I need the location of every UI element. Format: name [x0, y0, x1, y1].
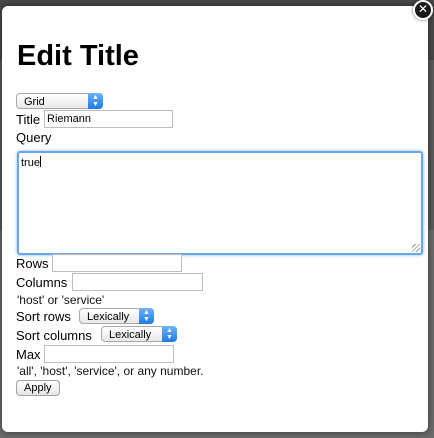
sort-rows-select[interactable]: Lexically ▲ ▼ [79, 308, 154, 324]
title-label: Title [16, 112, 41, 127]
max-help: 'all', 'host', 'service', or any number. [17, 364, 204, 378]
select-arrows-icon: ▲ ▼ [139, 308, 154, 324]
sort-columns-select[interactable]: Lexically ▲ ▼ [101, 326, 177, 342]
query-textarea[interactable]: true [17, 151, 423, 255]
columns-input[interactable] [72, 273, 203, 291]
view-type-select[interactable]: Grid ▲ ▼ [16, 93, 103, 109]
view-type-value: Grid [24, 96, 45, 108]
query-textarea-value: true [21, 157, 40, 169]
text-caret [39, 156, 41, 167]
title-input[interactable]: Riemann [44, 110, 173, 128]
close-icon: ✕ [417, 2, 429, 16]
max-label: Max [16, 347, 41, 362]
sort-columns-label: Sort columns [16, 328, 92, 343]
sort-columns-value: Lexically [109, 329, 152, 341]
apply-button[interactable]: Apply [16, 380, 60, 396]
query-label: Query [16, 130, 52, 145]
columns-label: Columns [16, 275, 68, 290]
edit-dialog: Edit Title Grid ▲ ▼ Title Riemann Query t… [2, 6, 428, 432]
rows-input[interactable] [52, 254, 182, 272]
dialog-title: Edit Title [17, 40, 139, 72]
rows-label: Rows [16, 256, 49, 271]
resize-handle-icon[interactable] [412, 244, 420, 252]
close-button[interactable]: ✕ [413, 0, 433, 20]
sort-rows-value: Lexically [87, 311, 130, 323]
select-arrows-icon: ▲ ▼ [88, 93, 103, 109]
max-input[interactable] [44, 345, 174, 363]
sort-rows-label: Sort rows [16, 309, 71, 324]
select-arrows-icon: ▲ ▼ [162, 326, 177, 342]
title-input-value: Riemann [47, 113, 92, 125]
columns-help: 'host' or 'service' [17, 293, 105, 307]
